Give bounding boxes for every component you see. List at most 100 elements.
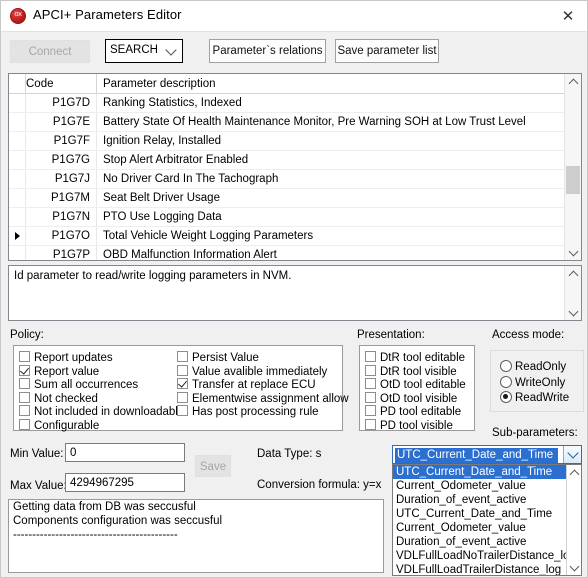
policy-left-checkbox-label: Not included in downloadable xyxy=(34,406,185,419)
dropdown-option[interactable]: UTC_Current_Date_and_Time xyxy=(393,465,581,479)
dropdown-option[interactable]: UTC_Current_Date_and_Time xyxy=(393,507,581,521)
table-row[interactable]: P1G7J No Driver Card In The Tachograph xyxy=(9,169,565,189)
chevron-down-icon[interactable] xyxy=(563,446,581,463)
dropdown-scroll-up-icon[interactable] xyxy=(567,465,581,481)
row-selector-cell[interactable] xyxy=(9,112,26,132)
desc-scroll-down-icon[interactable] xyxy=(565,304,581,320)
cell-code: P1G7P xyxy=(25,245,97,260)
access-mode-radio-writeonly[interactable]: WriteOnly xyxy=(500,375,565,392)
cell-code: P1G7D xyxy=(25,93,97,113)
cell-description: Ignition Relay, Installed xyxy=(96,131,565,151)
policy-left-checkbox-label: Report updates xyxy=(34,352,113,364)
policy-right-checkbox-4[interactable]: Has post processing rule xyxy=(177,405,319,420)
checkbox-icon xyxy=(177,391,188,403)
table-header-row: Code Parameter description xyxy=(9,74,565,94)
presentation-checkbox-5[interactable]: PD tool visible xyxy=(365,419,453,434)
dropdown-option[interactable]: VDLFullLoadTrailerDistance_log xyxy=(393,563,581,575)
search-mode-value: SEARCH xyxy=(110,44,158,56)
cell-code: P1G7J xyxy=(25,169,97,189)
policy-left-checkbox-label: Configurable xyxy=(34,420,100,432)
dropdown-option[interactable]: Duration_of_event_active xyxy=(393,535,581,549)
status-log-line: Components configuration was seccusful xyxy=(13,515,223,527)
row-selector-cell[interactable] xyxy=(9,245,26,260)
cell-code: P1G7M xyxy=(25,188,97,208)
scrollbar-thumb[interactable] xyxy=(566,166,580,194)
max-value-label: Max Value: xyxy=(10,480,67,492)
table-row[interactable]: P1G7M Seat Belt Driver Usage xyxy=(9,188,565,208)
sub-parameters-dropdown-list[interactable]: UTC_Current_Date_and_Time Current_Odomete… xyxy=(392,464,582,576)
table-scrollbar[interactable] xyxy=(564,74,581,260)
column-header-description[interactable]: Parameter description xyxy=(96,74,565,94)
table-row[interactable]: P1G7P OBD Malfunction Information Alert xyxy=(9,245,565,260)
title-bar: APCI+ Parameters Editor ✕ xyxy=(1,1,587,32)
row-selector-cell[interactable] xyxy=(9,207,26,227)
access-mode-radio-readwrite[interactable]: ReadWrite xyxy=(500,391,569,407)
dropdown-option[interactable]: VDLFullLoadNoTrailerDistance_log xyxy=(393,549,581,563)
table-row[interactable]: P1G7O Total Vehicle Weight Logging Parame… xyxy=(9,226,565,246)
scroll-down-icon[interactable] xyxy=(565,244,581,260)
table-row[interactable]: P1G7G Stop Alert Arbitrator Enabled xyxy=(9,150,565,170)
presentation-checkbox-label: OtD tool visible xyxy=(380,392,458,405)
checkbox-icon xyxy=(19,391,30,403)
parameter-relations-button[interactable]: Parameter`s relations xyxy=(209,39,326,63)
dropdown-scrollbar[interactable] xyxy=(566,465,581,575)
presentation-checkbox-label: DtR tool editable xyxy=(380,352,466,364)
conversion-formula-label: Conversion formula: y=x xyxy=(257,479,382,491)
cell-description: No Driver Card In The Tachograph xyxy=(96,169,565,189)
presentation-checkbox-label: OtD tool editable xyxy=(380,379,466,392)
checkbox-checked-icon xyxy=(19,364,30,376)
checkbox-icon xyxy=(365,364,376,376)
row-selector-cell[interactable] xyxy=(9,131,26,151)
checkbox-icon xyxy=(365,405,376,417)
toolbar: Connect SEARCH Parameter`s relations Sav… xyxy=(1,32,587,70)
close-icon[interactable]: ✕ xyxy=(555,5,581,27)
search-mode-combobox[interactable]: SEARCH xyxy=(105,39,183,63)
access-mode-radio-readonly[interactable]: ReadOnly xyxy=(500,360,566,376)
sub-parameters-selected-value: UTC_Current_Date_and_Time xyxy=(395,448,558,463)
presentation-checkbox-label: PD tool visible xyxy=(380,420,453,432)
table-row[interactable]: P1G7D Ranking Statistics, Indexed xyxy=(9,93,565,113)
presentation-group: DtR tool editable DtR tool visible OtD too… xyxy=(359,345,475,434)
max-value-input[interactable] xyxy=(65,473,185,492)
policy-left-checkbox-5[interactable]: Configurable xyxy=(19,419,99,434)
dropdown-option[interactable]: Current_Odometer_value xyxy=(393,479,581,493)
cell-code: P1G7O xyxy=(25,226,97,246)
policy-right-checkbox-label: Elementwise assignment allow xyxy=(192,392,349,405)
status-log-line: Getting data from DB was seccusful xyxy=(13,501,196,513)
access-mode-group: ReadOnly WriteOnly ReadWrite xyxy=(490,350,584,412)
presentation-checkbox-label: DtR tool visible xyxy=(380,365,457,378)
cell-code: P1G7N xyxy=(25,207,97,227)
dropdown-option[interactable]: Current_Odometer_value xyxy=(393,521,581,535)
table-row[interactable]: P1G7F Ignition Relay, Installed xyxy=(9,131,565,151)
table-header: Code Parameter description xyxy=(9,74,565,94)
dropdown-scroll-down-icon[interactable] xyxy=(567,559,581,575)
sub-parameters-combobox[interactable]: UTC_Current_Date_and_Time xyxy=(392,445,582,464)
cell-description: OBD Malfunction Information Alert xyxy=(96,245,565,260)
row-selector-cell[interactable] xyxy=(9,93,26,113)
save-button[interactable]: Save xyxy=(195,455,231,477)
table-row[interactable]: P1G7N PTO Use Logging Data xyxy=(9,207,565,227)
row-selector-cell[interactable] xyxy=(9,226,26,246)
column-header-code[interactable]: Code xyxy=(25,74,97,94)
policy-label: Policy: xyxy=(10,329,44,341)
checkbox-icon xyxy=(365,378,376,390)
scroll-up-icon[interactable] xyxy=(565,74,581,90)
policy-right-checkbox-label: Value avalible immediately xyxy=(192,365,328,378)
row-selector-cell[interactable] xyxy=(9,188,26,208)
min-value-input[interactable] xyxy=(65,443,185,462)
row-selector-cell[interactable] xyxy=(9,169,26,189)
policy-right-checkbox-label: Transfer at replace ECU xyxy=(192,379,316,392)
dropdown-option[interactable]: Duration_of_event_active xyxy=(393,493,581,507)
parameter-table[interactable]: Code Parameter description P1G7D Ranking … xyxy=(8,73,582,261)
row-selector-cell[interactable] xyxy=(9,150,26,170)
cell-code: P1G7G xyxy=(25,150,97,170)
policy-left-checkbox-label: Report value xyxy=(34,365,100,378)
window-title: APCI+ Parameters Editor xyxy=(33,7,182,22)
desc-scroll-up-icon[interactable] xyxy=(565,266,581,282)
table-row[interactable]: P1G7E Battery State Of Health Maintenance… xyxy=(9,112,565,132)
connect-button[interactable]: Connect xyxy=(10,40,90,63)
checkbox-checked-icon xyxy=(177,378,188,390)
description-scrollbar[interactable] xyxy=(564,266,581,320)
cell-code: P1G7E xyxy=(25,112,97,132)
save-parameter-list-button[interactable]: Save parameter list xyxy=(335,39,439,63)
